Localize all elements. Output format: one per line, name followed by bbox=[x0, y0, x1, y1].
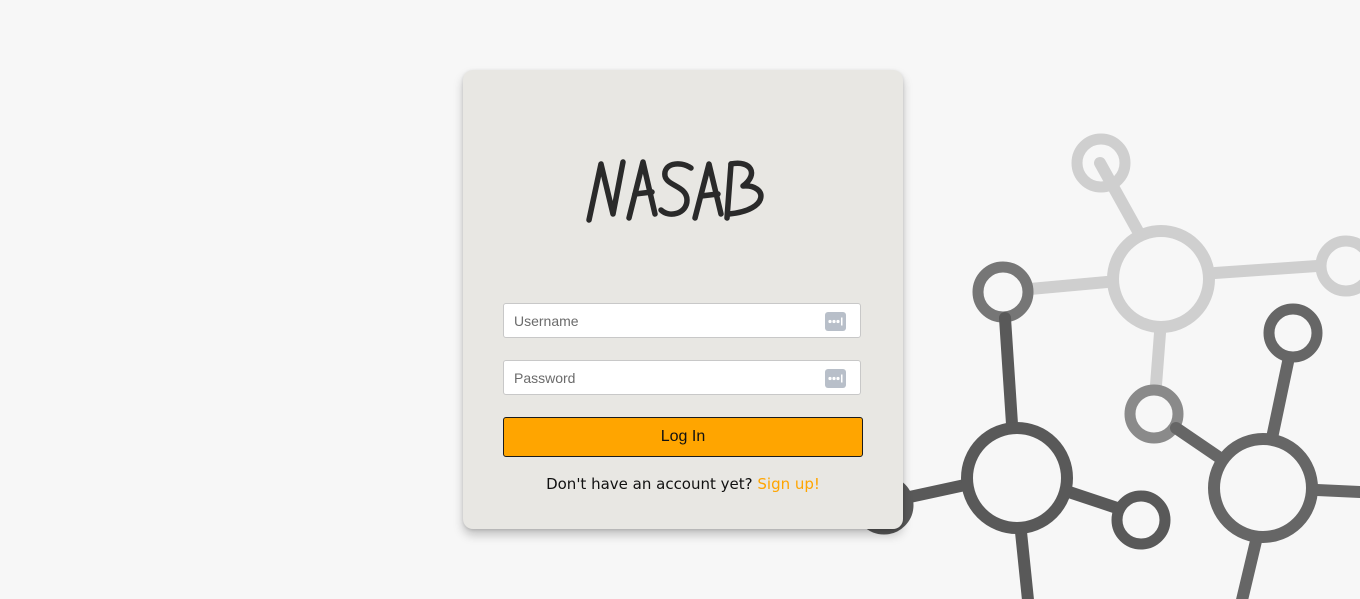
password-manager-icon[interactable] bbox=[825, 312, 846, 331]
username-input[interactable] bbox=[504, 304, 814, 337]
username-field[interactable] bbox=[503, 303, 861, 338]
login-button[interactable]: Log In bbox=[503, 417, 863, 457]
login-page: Log In Don't have an account yet? Sign u… bbox=[0, 0, 1360, 599]
password-manager-icon[interactable] bbox=[825, 369, 846, 388]
password-field[interactable] bbox=[503, 360, 861, 395]
signup-prompt-text: Don't have an account yet? bbox=[546, 475, 758, 493]
signup-prompt-row: Don't have an account yet? Sign up! bbox=[463, 475, 903, 493]
password-input[interactable] bbox=[504, 361, 814, 394]
nasab-logo bbox=[586, 159, 764, 223]
signup-link[interactable]: Sign up! bbox=[757, 475, 820, 493]
login-card: Log In Don't have an account yet? Sign u… bbox=[463, 70, 903, 529]
